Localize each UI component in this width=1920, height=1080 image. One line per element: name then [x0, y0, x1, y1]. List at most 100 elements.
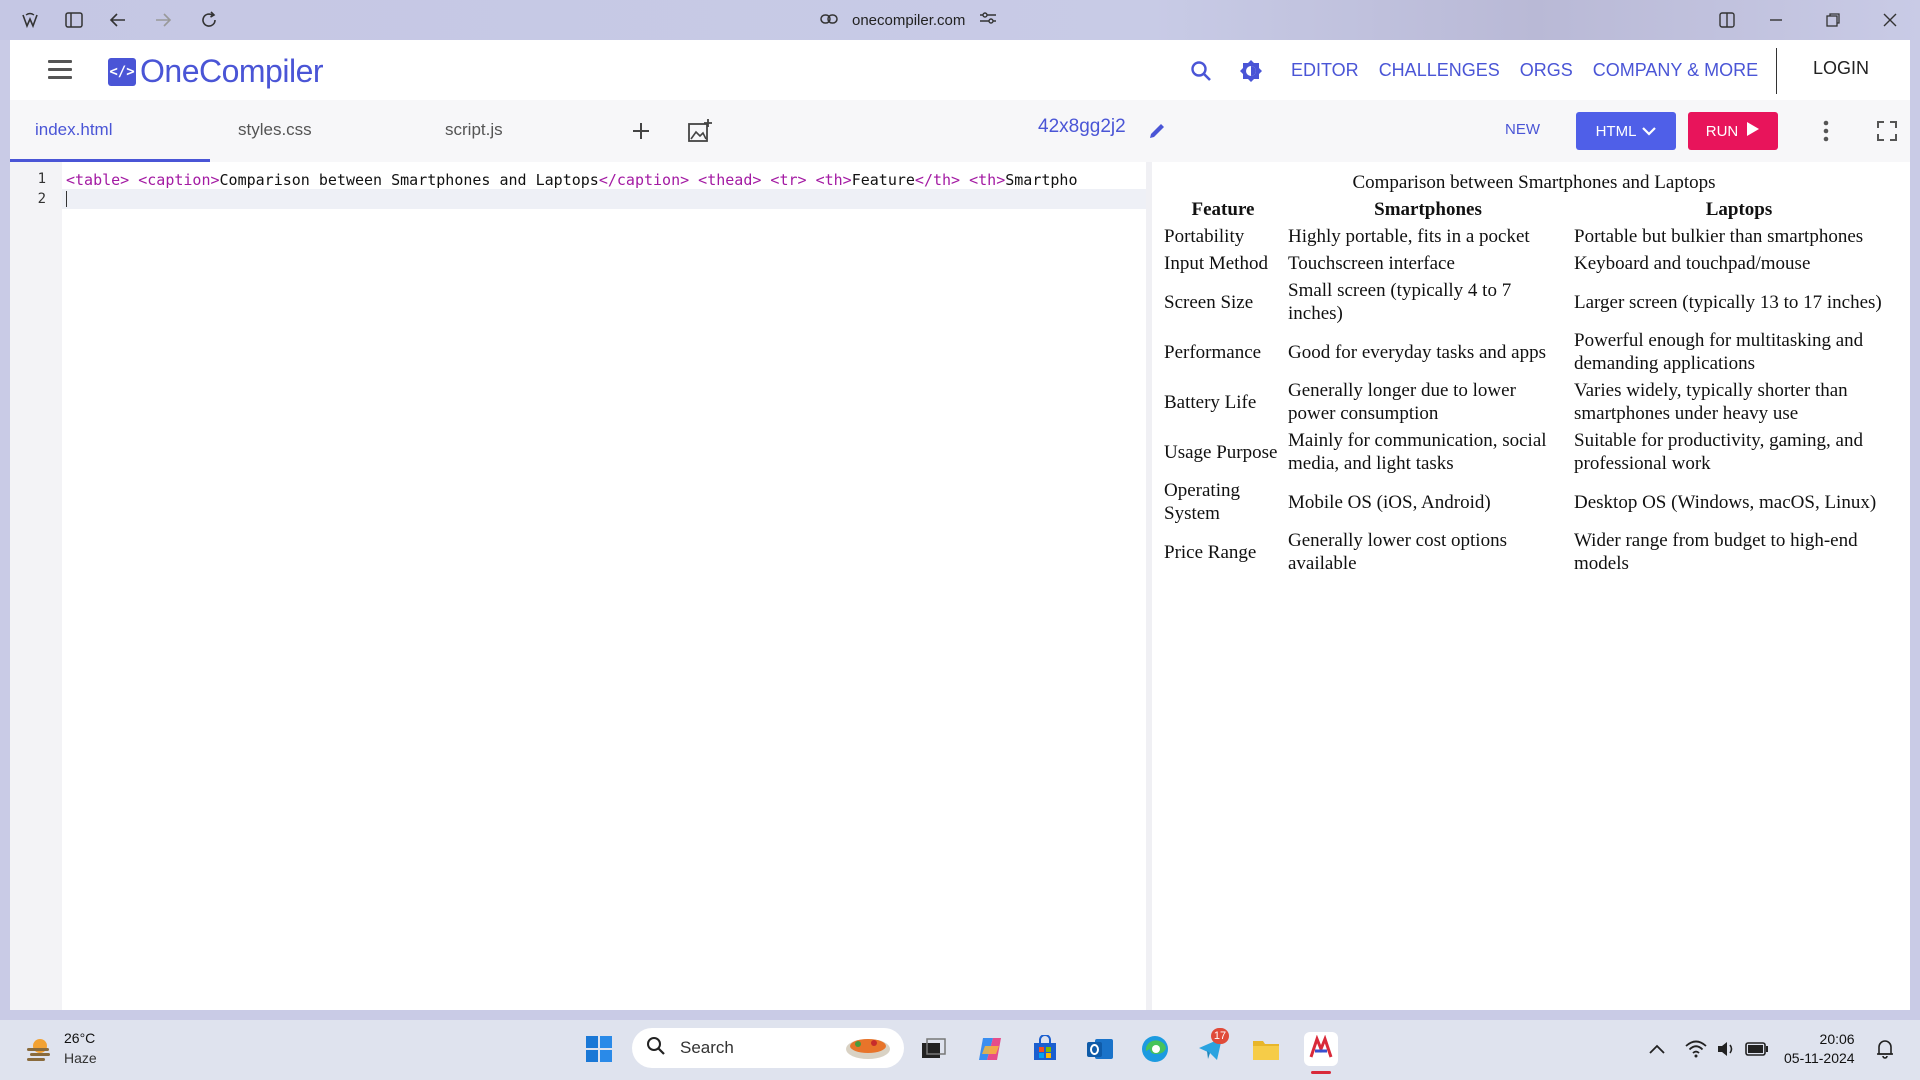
close-icon[interactable]	[1878, 8, 1902, 32]
volume-icon[interactable]	[1714, 1038, 1738, 1060]
table-cell: Portable but bulkier than smartphones	[1574, 226, 1864, 247]
tab-script-js[interactable]: script.js	[445, 100, 503, 160]
search-icon[interactable]	[1188, 58, 1214, 84]
copilot-icon[interactable]	[973, 1032, 1007, 1066]
menu-icon[interactable]	[48, 60, 72, 80]
windows-start-icon[interactable]	[582, 1032, 616, 1066]
nav-orgs[interactable]: ORGS	[1520, 60, 1573, 81]
clock-date: 05-11-2024	[1784, 1050, 1855, 1066]
telegram-badge: 17	[1211, 1028, 1229, 1044]
table-cell: Desktop OS (Windows, macOS, Linux)	[1574, 491, 1877, 513]
table-cell: Portability	[1164, 226, 1245, 247]
top-navbar: </> OneCompiler EDITOR CHALLENGES ORGS C…	[10, 40, 1910, 101]
output-preview: Comparison between Smartphones and Lapto…	[1152, 162, 1910, 1010]
upload-image-icon[interactable]	[685, 116, 715, 146]
table-row: Operating System Mobile OS (iOS, Android)…	[1162, 478, 1906, 526]
logo-code-icon: </>	[108, 57, 136, 86]
restore-icon[interactable]	[1821, 8, 1845, 32]
code-editor[interactable]: 1 2 <table> <caption>Comparison between …	[10, 162, 1146, 1010]
system-clock[interactable]: 20:06 05-11-2024	[1784, 1030, 1855, 1068]
code-tag-token: <th>	[969, 171, 1006, 189]
microsoft-store-icon[interactable]	[1028, 1032, 1062, 1066]
task-view-icon[interactable]	[917, 1032, 951, 1066]
header-laptops: Laptops	[1705, 199, 1773, 220]
table-cell: Usage Purpose	[1164, 441, 1278, 463]
logo[interactable]: </> OneCompiler	[108, 53, 324, 90]
nav-links: EDITOR CHALLENGES ORGS COMPANY & MORE	[1291, 40, 1778, 100]
search-label: Search	[680, 1038, 734, 1057]
brand-name: OneCompiler	[140, 53, 324, 89]
tab-index-html[interactable]: index.html	[35, 100, 112, 160]
nav-company-more[interactable]: COMPANY & MORE	[1593, 60, 1758, 81]
chevron-up-icon[interactable]	[1646, 1038, 1668, 1060]
chevron-down-icon	[1642, 123, 1657, 140]
project-name[interactable]: 42x8gg2j2	[1038, 116, 1126, 138]
edge-icon[interactable]	[1138, 1032, 1172, 1066]
forward-icon[interactable]	[151, 8, 175, 32]
windows-taskbar: 26°C Haze Search 17 20:06 05-11-2024	[0, 1020, 1920, 1080]
browser-taskbar-icon[interactable]	[1304, 1032, 1338, 1066]
code-line-1[interactable]: <table> <caption>Comparison between Smar…	[66, 171, 1142, 189]
language-label: HTML	[1595, 122, 1637, 140]
table-cell: Larger screen (typically 13 to 17 inches…	[1574, 291, 1882, 313]
browser-logo-icon[interactable]	[18, 8, 42, 32]
back-icon[interactable]	[106, 8, 130, 32]
weather-haze-icon[interactable]	[22, 1032, 56, 1066]
table-cell: Touchscreen interface	[1288, 253, 1455, 274]
link-icon	[820, 12, 838, 29]
reload-icon[interactable]	[197, 8, 221, 32]
minimize-icon[interactable]	[1764, 8, 1788, 32]
taskbar-search[interactable]: Search	[632, 1028, 904, 1068]
theme-toggle-icon[interactable]	[1238, 58, 1264, 84]
code-text-token: Comparison between Smartphones and Lapto…	[219, 171, 599, 189]
browser-titlebar: onecompiler.com	[0, 0, 1920, 40]
table-cell: Operating System	[1164, 480, 1240, 524]
weather-temperature: 26°C	[64, 1030, 96, 1046]
code-tag-token: </th>	[914, 171, 961, 189]
table-cell: Performance	[1164, 341, 1262, 363]
line-number: 1	[37, 171, 46, 187]
fullscreen-icon[interactable]	[1874, 118, 1900, 144]
url-text: onecompiler.com	[852, 11, 966, 29]
outlook-icon[interactable]	[1083, 1032, 1117, 1066]
sidebar-toggle-icon[interactable]	[62, 8, 86, 32]
table-cell: Battery Life	[1164, 391, 1257, 413]
table-cell: Screen Size	[1164, 291, 1254, 313]
run-label: RUN	[1705, 122, 1739, 140]
editor-tabbar: index.html styles.css script.js 42x8gg2j…	[10, 100, 1910, 162]
table-cell: Mainly for communication, social media, …	[1288, 430, 1547, 474]
more-options-icon[interactable]	[1816, 118, 1836, 144]
wifi-icon[interactable]	[1684, 1038, 1708, 1060]
code-text-token: Smartpho	[1005, 171, 1078, 189]
language-select[interactable]: HTML	[1576, 112, 1676, 150]
run-button[interactable]: RUN	[1688, 112, 1778, 150]
line-number-gutter: 1 2	[10, 162, 62, 1010]
file-explorer-icon[interactable]	[1249, 1032, 1283, 1066]
header-smartphones: Smartphones	[1374, 199, 1482, 220]
site-settings-icon[interactable]	[979, 11, 997, 29]
nav-editor[interactable]: EDITOR	[1291, 60, 1359, 81]
login-link[interactable]: LOGIN	[1813, 58, 1869, 79]
table-cell: Varies widely, typically shorter than sm…	[1574, 380, 1848, 424]
nav-challenges[interactable]: CHALLENGES	[1379, 60, 1500, 81]
code-tag-token: <thead>	[698, 171, 762, 189]
split-view-icon[interactable]	[1715, 8, 1739, 32]
notification-bell-icon[interactable]	[1874, 1038, 1896, 1060]
table-row: Price Range Generally lower cost options …	[1162, 528, 1906, 576]
new-button[interactable]: NEW	[1505, 121, 1540, 138]
search-icon	[646, 1036, 666, 1061]
address-bar[interactable]: onecompiler.com	[820, 6, 1020, 34]
table-cell: Price Range	[1164, 541, 1257, 563]
table-cell: Suitable for productivity, gaming, and p…	[1574, 430, 1863, 474]
edit-name-icon[interactable]	[1144, 118, 1170, 144]
battery-icon[interactable]	[1744, 1038, 1770, 1060]
add-file-icon[interactable]	[628, 118, 654, 144]
table-cell: Good for everyday tasks and apps	[1288, 341, 1547, 363]
text-cursor	[66, 191, 67, 207]
tab-styles-css[interactable]: styles.css	[238, 100, 312, 160]
active-app-indicator	[1311, 1071, 1331, 1074]
comparison-table: Comparison between Smartphones and Lapto…	[1160, 172, 1908, 578]
table-header-row: Feature Smartphones Laptops	[1162, 198, 1906, 222]
code-tag-token: </caption>	[598, 171, 690, 189]
